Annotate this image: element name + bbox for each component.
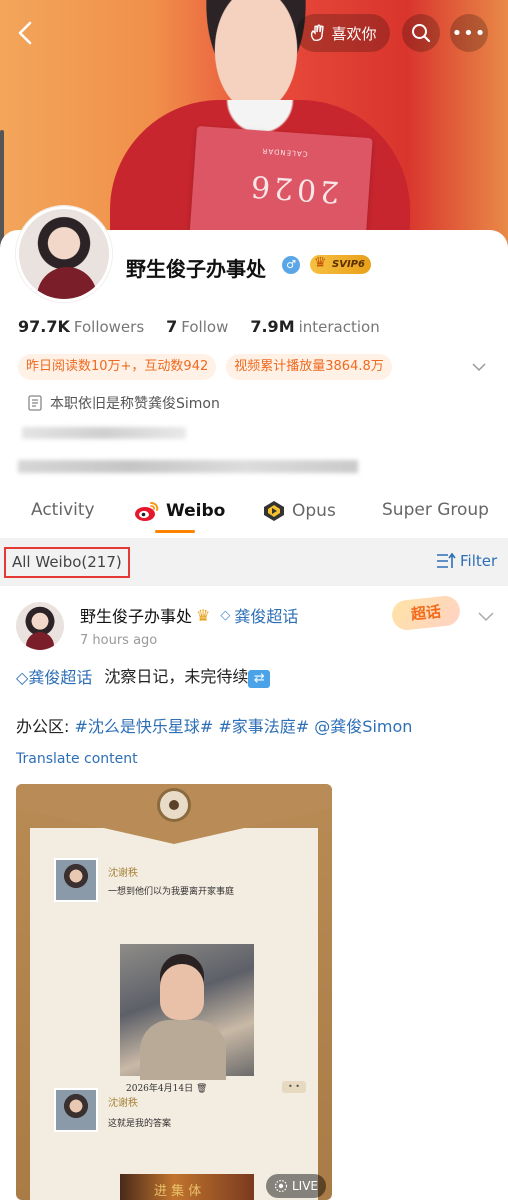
post-author-name[interactable]: 野生俊子办事处	[80, 603, 192, 627]
post-text: 沈察日记，未完待续 ⇄	[104, 663, 271, 688]
tab-activity[interactable]: Activity	[31, 500, 95, 520]
hashtag-links[interactable]: #沈么是快乐星球# #家事法庭# @龚俊Simon	[75, 717, 413, 736]
hand-wave-icon	[311, 24, 325, 41]
interaction-count: 7.9M	[250, 317, 295, 336]
more-options-button[interactable]: •••	[450, 14, 488, 52]
document-icon	[28, 395, 42, 411]
post-time: 7 hours ago	[80, 633, 158, 648]
diamond-icon: ◇	[220, 607, 231, 623]
post-text-line: 办公区: #沈么是快乐星球# #家事法庭# @龚俊Simon	[16, 713, 412, 737]
post-image[interactable]: 沈谢秩 一想到他们以为我要离开家事庭 2026年4月14日 🗑 • • 沈谢秩 …	[16, 784, 332, 1200]
post-author-avatar[interactable]	[16, 602, 64, 650]
live-label: LIVE	[292, 1179, 319, 1193]
entry-photo: 进 集 体	[120, 1174, 254, 1200]
repeat-icon: ⇄	[248, 670, 271, 688]
supertopic-tag-link[interactable]: ◇龚俊超话	[16, 664, 92, 688]
entry-name: 沈谢秩	[108, 868, 138, 879]
supertopic-badge[interactable]: 超话	[390, 594, 462, 632]
calendar-word: CALENDAR	[261, 146, 308, 158]
supertopic-link[interactable]: 龚俊超话	[234, 603, 298, 627]
post-text-prefix: 办公区:	[16, 717, 70, 736]
like-you-label: 喜欢你	[331, 24, 377, 43]
envelope-button	[157, 788, 191, 822]
filter-button[interactable]: Filter	[436, 552, 497, 570]
opus-icon	[264, 501, 284, 521]
cover-person-head	[196, 0, 316, 110]
video-stats-tag[interactable]: 视频累计播放量3864.8万	[226, 354, 392, 380]
live-photo-badge[interactable]: LIVE	[266, 1174, 327, 1198]
live-photo-icon	[274, 1179, 288, 1193]
tab-label: Super Group	[382, 500, 489, 520]
back-button[interactable]	[6, 14, 44, 52]
entry-name: 沈谢秩	[108, 1098, 138, 1109]
bio-text: 本职依旧是称赞龚俊Simon	[50, 396, 220, 412]
interaction-stat[interactable]: 7.9M interaction	[250, 317, 379, 336]
tab-label: Opus	[292, 501, 336, 521]
svip-badge[interactable]: SVIP6	[310, 254, 371, 274]
follow-count: 7	[166, 317, 178, 336]
tab-weibo[interactable]: Weibo	[134, 500, 225, 522]
photo-body	[140, 1020, 226, 1080]
post-text-line: ◇龚俊超话 沈察日记，未完待续 ⇄	[16, 663, 271, 688]
filter-label: Filter	[460, 552, 498, 570]
chevron-down-icon[interactable]	[472, 360, 486, 374]
post-text-content: 沈察日记，未完待续	[104, 667, 249, 686]
chevron-down-icon[interactable]	[478, 608, 494, 624]
male-gender-icon: ♂	[282, 256, 300, 274]
entry-photo	[120, 944, 254, 1080]
chevron-left-icon	[18, 21, 32, 45]
follow-label: Follow	[181, 318, 229, 336]
trash-icon: 🗑	[195, 1084, 208, 1094]
followers-label: Followers	[73, 318, 145, 336]
tab-label: Activity	[31, 500, 95, 520]
filter-icon	[437, 552, 456, 568]
entry-text: 一想到他们以为我要离开家事庭	[108, 887, 235, 897]
all-weibo-selector[interactable]: All Weibo(217)	[4, 547, 130, 578]
entry-date: 2026年4月14日 🗑	[126, 1081, 207, 1094]
interaction-label: interaction	[298, 318, 380, 336]
photo-text: 进 集 体	[154, 1184, 202, 1199]
tab-super-group[interactable]: Super Group	[382, 500, 489, 520]
followers-stat[interactable]: 97.7K Followers	[18, 317, 144, 336]
blurred-info-line	[18, 460, 358, 473]
paper-background: 沈谢秩 一想到他们以为我要离开家事庭 2026年4月14日 🗑 • • 沈谢秩 …	[30, 828, 318, 1200]
blurred-info-line	[22, 427, 186, 439]
tab-opus[interactable]: Opus	[262, 500, 336, 522]
tab-label: Weibo	[166, 501, 226, 521]
active-tab-indicator	[155, 530, 195, 533]
read-stats-tag[interactable]: 昨日阅读数10万+，互动数942	[18, 354, 217, 380]
profile-avatar[interactable]	[16, 206, 112, 302]
like-you-button[interactable]: 喜欢你	[296, 14, 390, 52]
profile-stats: 97.7K Followers 7 Follow 7.9M interaction	[18, 317, 380, 336]
more-dots-icon: •••	[451, 22, 487, 44]
profile-bio: 本职依旧是称赞龚俊Simon	[28, 393, 220, 413]
entry-avatar	[54, 858, 98, 902]
translate-link[interactable]: Translate content	[16, 751, 138, 767]
photo-face	[160, 964, 204, 1020]
calendar-year: 2026	[245, 167, 341, 210]
diamond-icon: ◇	[16, 667, 29, 687]
profile-tabs: Activity Weibo Opus Super Group	[0, 490, 508, 538]
entry-date-text: 2026年4月14日	[126, 1084, 194, 1094]
profile-name: 野生俊子办事处	[126, 257, 266, 281]
filter-bar: All Weibo(217) Filter	[0, 538, 508, 586]
profile-tags: 昨日阅读数10万+，互动数942 视频累计播放量3864.8万	[18, 354, 392, 380]
entry-avatar	[54, 1088, 98, 1132]
follow-stat[interactable]: 7 Follow	[166, 317, 228, 336]
search-icon	[412, 24, 431, 43]
supertopic-tag-label: 龚俊超话	[28, 667, 93, 687]
post-header: 野生俊子办事处 ♛ ◇ 龚俊超话	[80, 603, 298, 627]
crown-icon: ♛	[196, 605, 211, 625]
entry-more-icon: • •	[282, 1081, 306, 1093]
search-button[interactable]	[402, 14, 440, 52]
followers-count: 97.7K	[18, 317, 70, 336]
weibo-logo-icon	[135, 502, 159, 521]
entry-text: 这就是我的答案	[108, 1119, 172, 1129]
